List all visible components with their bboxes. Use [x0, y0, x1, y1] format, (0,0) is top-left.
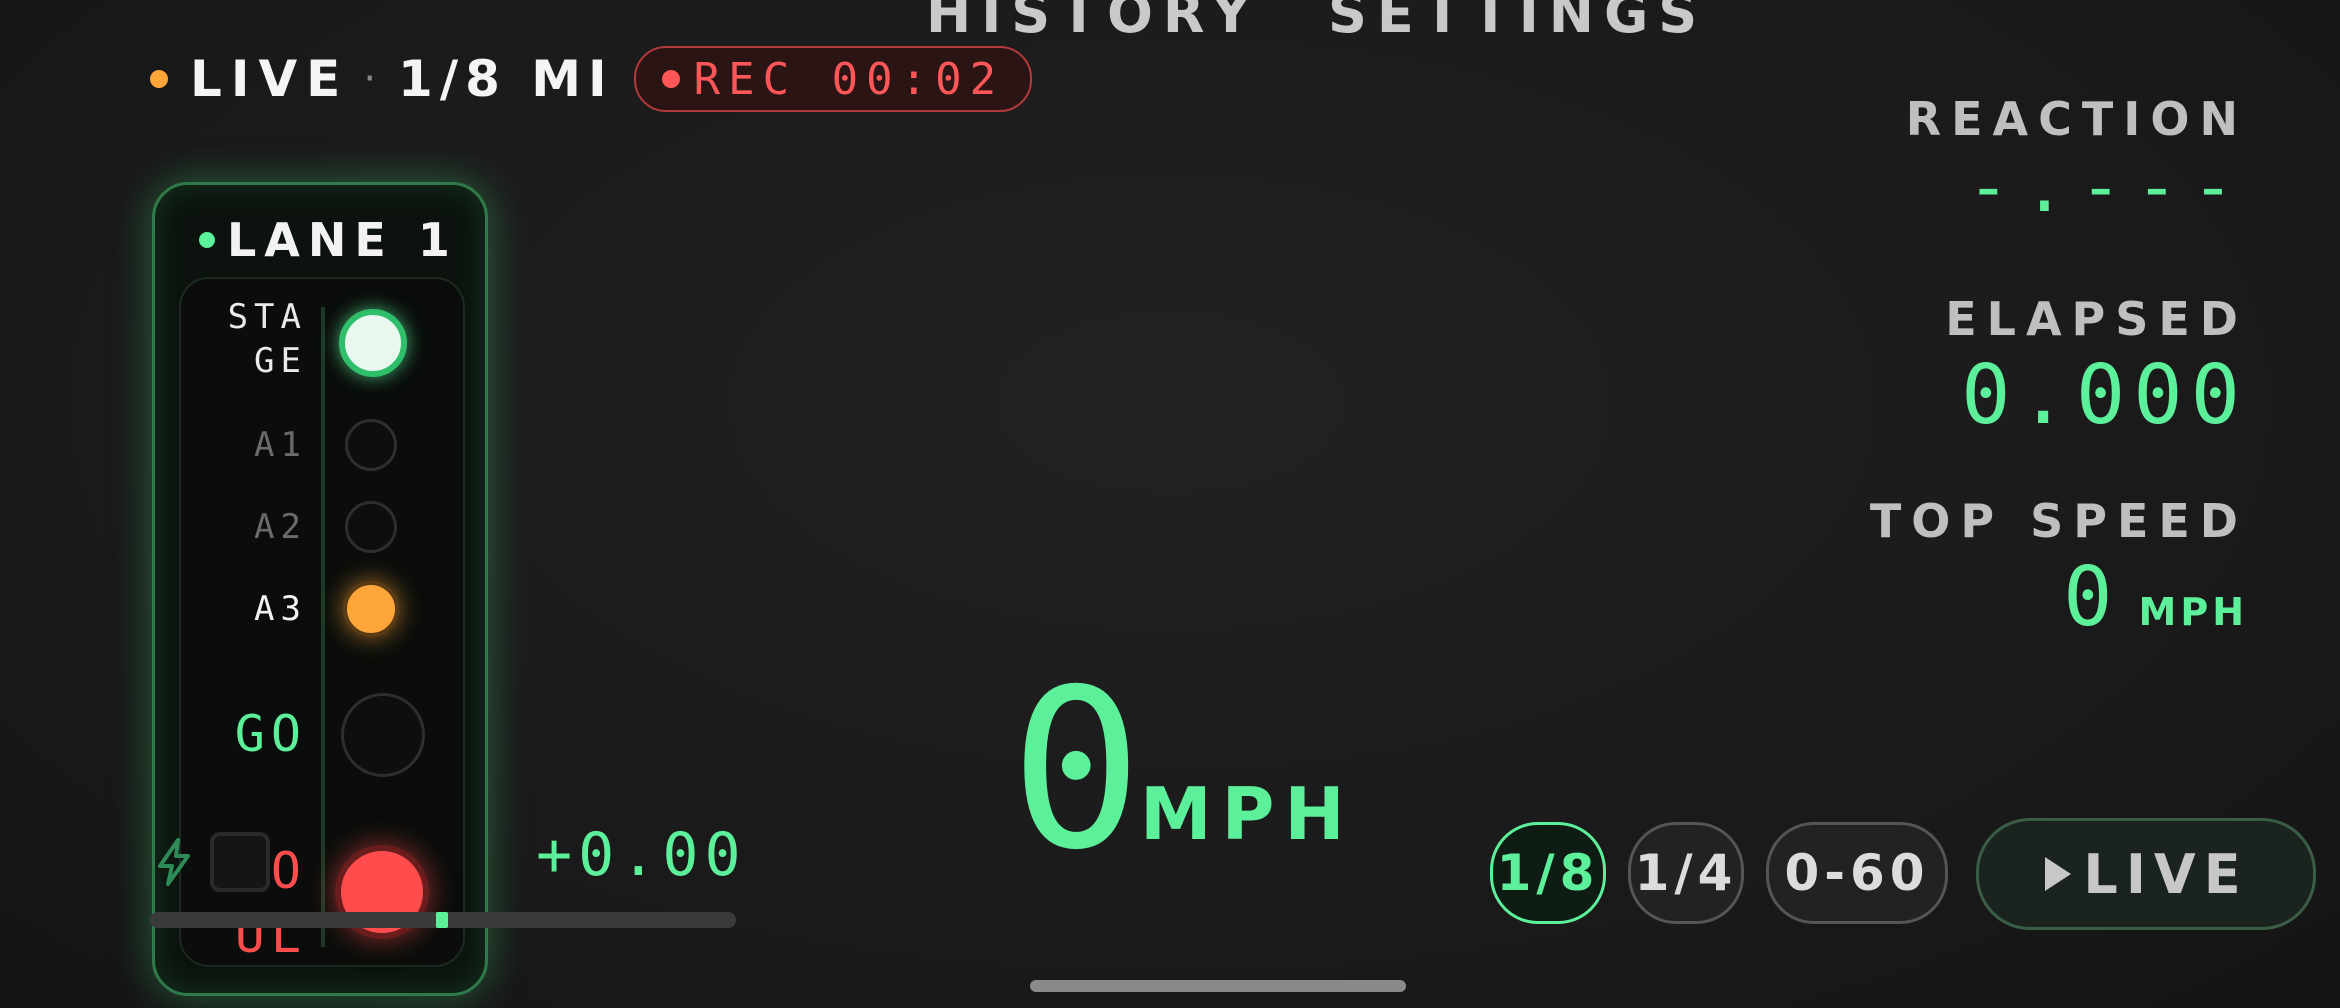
speed-unit: MPH [1140, 772, 1355, 856]
go-light [341, 693, 425, 777]
reaction-label: REACTION [1905, 92, 2248, 146]
reaction-value: -.--- [1967, 146, 2248, 228]
light-label-a1: A1 [254, 425, 307, 465]
mode-label: LIVE [190, 50, 350, 108]
speed-value: 0 [1010, 642, 1143, 898]
a1-light [345, 419, 397, 471]
lane-header: LANE 1 [199, 213, 458, 267]
light-label-a2: A2 [254, 507, 307, 547]
tab-settings[interactable]: SETTINGS [1328, 0, 1707, 45]
live-button-label: LIVE [2083, 842, 2249, 906]
a3-light [343, 581, 399, 637]
a2-light [345, 501, 397, 553]
elapsed-label: ELAPSED [1945, 292, 2248, 346]
run-progress-marker [436, 912, 448, 928]
battery-icon [210, 832, 270, 892]
light-label-a3: A3 [254, 589, 307, 629]
live-status-dot [150, 70, 168, 88]
delta-time: +0.00 [536, 820, 747, 890]
lane-status-dot [199, 232, 215, 248]
recording-time: REC 00:02 [693, 53, 1005, 105]
lane-title: LANE 1 [227, 213, 458, 267]
light-label-stage: STA GE [227, 297, 307, 381]
play-icon [2045, 857, 2072, 891]
lightning-icon [152, 838, 196, 890]
tab-history[interactable]: HISTORY [926, 0, 1261, 45]
lane-panel: LANE 1 STA GE A1 A2 A3 GO FO UL [152, 182, 488, 996]
mode-quarter-mile-button[interactable]: 1/4 [1628, 822, 1744, 924]
run-progress-track [150, 912, 736, 928]
live-button[interactable]: LIVE [1976, 818, 2316, 930]
status-separator: · [363, 56, 377, 102]
record-dot-icon [661, 70, 680, 88]
distance-label: 1/8 MI [398, 50, 614, 108]
top-speed-value: 0 [2063, 550, 2113, 645]
mode-eighth-mile-button[interactable]: 1/8 [1490, 822, 1606, 924]
status-bar: LIVE · 1/8 MI REC 00:02 [150, 44, 1033, 114]
top-speed-readout: 0 MPH [2063, 550, 2248, 645]
stage-light [339, 309, 407, 377]
elapsed-value: 0.000 [1961, 348, 2248, 443]
top-speed-unit: MPH [2138, 590, 2248, 634]
home-indicator[interactable] [1030, 980, 1406, 992]
tree-rail [321, 307, 325, 947]
top-speed-label: TOP SPEED [1869, 494, 2248, 548]
light-label-go: GO [234, 705, 307, 763]
mode-zero-sixty-button[interactable]: 0-60 [1766, 822, 1948, 924]
recording-badge[interactable]: REC 00:02 [633, 46, 1033, 112]
